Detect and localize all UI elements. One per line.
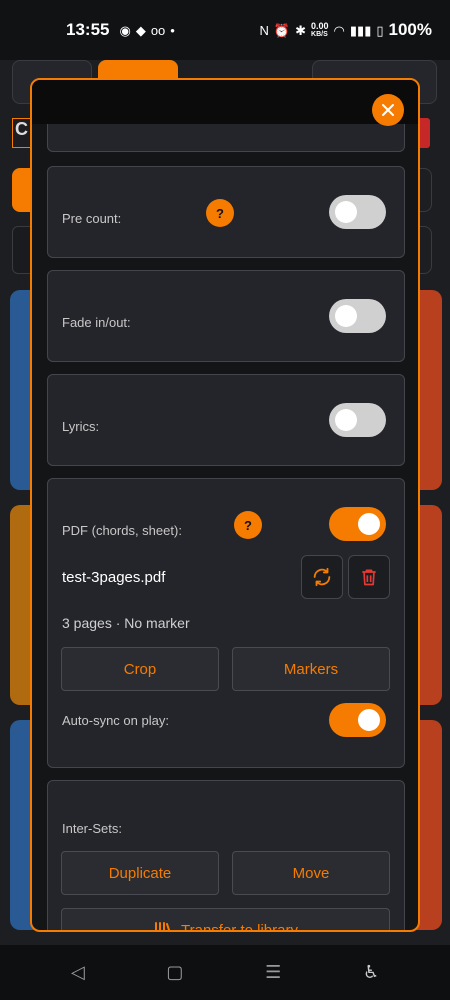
modal-scroll[interactable]: Pre count: ? Fade in/out: Lyrics: PDF (c…: [32, 124, 418, 930]
transfer-icon: [155, 922, 171, 930]
close-button[interactable]: [372, 94, 404, 126]
pre-count-label: Pre count:: [62, 211, 122, 226]
system-nav-bar: ◁ ▢ ☰ ♿: [0, 945, 450, 1000]
status-time: 13:55: [66, 20, 110, 39]
recents-icon[interactable]: ☰: [265, 962, 281, 983]
section-pre-count: Pre count: ?: [47, 166, 405, 258]
pdf-reload-button[interactable]: [301, 555, 343, 599]
pre-count-help-button[interactable]: ?: [206, 199, 234, 227]
section-lyrics: Lyrics:: [47, 374, 405, 466]
message-icon: ◆: [135, 22, 146, 38]
autosync-label: Auto-sync on play:: [62, 713, 169, 728]
pdf-help-button[interactable]: ?: [234, 511, 262, 539]
net-speed: 0.00 KB/S: [311, 21, 329, 39]
section-partial: [47, 124, 405, 152]
section-pdf: PDF (chords, sheet): ? test-3pages.pdf 3…: [47, 478, 405, 768]
pdf-toggle[interactable]: [329, 507, 386, 541]
lyrics-toggle[interactable]: [329, 403, 386, 437]
signal-icon: ▮▮▮: [349, 22, 372, 38]
section-inter-sets: Inter-Sets: Duplicate Move Transfer to l…: [47, 780, 405, 930]
duplicate-button[interactable]: Duplicate: [61, 851, 219, 895]
sync-icon: [313, 567, 331, 587]
dot-icon: •: [170, 22, 175, 38]
toggle-knob: [335, 409, 357, 431]
transfer-to-library-button[interactable]: Transfer to library: [61, 908, 390, 930]
move-button[interactable]: Move: [232, 851, 390, 895]
toggle-knob: [335, 201, 357, 223]
voicemail-icon: oo: [150, 22, 166, 38]
pdf-info: 3 pages · No marker: [62, 615, 190, 631]
net-speed-value: 0.00: [311, 21, 329, 31]
status-right: N ⏰ ✱ 0.00 KB/S ◠ ▮▮▮ ▯ 100%: [260, 20, 432, 40]
autosync-toggle[interactable]: [329, 703, 386, 737]
bg-letter: C: [12, 118, 32, 148]
back-icon[interactable]: ◁: [71, 962, 85, 983]
status-bar: 13:55 ◉ ◆ oo • N ⏰ ✱ 0.00 KB/S ◠ ▮▮▮ ▯ 1…: [0, 0, 450, 60]
pdf-delete-button[interactable]: [348, 555, 390, 599]
status-icons: ◉ ◆ oo •: [119, 24, 259, 37]
crop-button[interactable]: Crop: [61, 647, 219, 691]
accessibility-icon[interactable]: ♿: [363, 962, 379, 983]
pre-count-toggle[interactable]: [329, 195, 386, 229]
toggle-knob: [358, 513, 380, 535]
settings-modal: Pre count: ? Fade in/out: Lyrics: PDF (c…: [30, 78, 420, 932]
markers-button[interactable]: Markers: [232, 647, 390, 691]
toggle-knob: [358, 709, 380, 731]
section-fade: Fade in/out:: [47, 270, 405, 362]
nfc-icon: N: [259, 22, 269, 38]
toggle-knob: [335, 305, 357, 327]
fade-toggle[interactable]: [329, 299, 386, 333]
inter-sets-label: Inter-Sets:: [62, 821, 122, 836]
bluetooth-icon: ✱: [295, 22, 307, 38]
close-icon: [382, 104, 394, 116]
modal-header: [32, 80, 418, 124]
home-icon[interactable]: ▢: [166, 962, 183, 983]
lyrics-label: Lyrics:: [62, 419, 100, 434]
trash-icon: [362, 569, 376, 586]
battery-percent: 100%: [388, 20, 432, 39]
pdf-label: PDF (chords, sheet):: [62, 523, 182, 538]
net-speed-unit: KB/S: [311, 31, 328, 38]
pdf-filename: test-3pages.pdf: [62, 569, 166, 586]
battery-icon: ▯: [376, 22, 384, 38]
alarm-icon: ⏰: [273, 22, 291, 38]
fade-label: Fade in/out:: [62, 315, 131, 330]
transfer-label: Transfer to library: [181, 921, 298, 931]
whatsapp-icon: ◉: [119, 22, 131, 38]
wifi-icon: ◠: [333, 22, 345, 38]
